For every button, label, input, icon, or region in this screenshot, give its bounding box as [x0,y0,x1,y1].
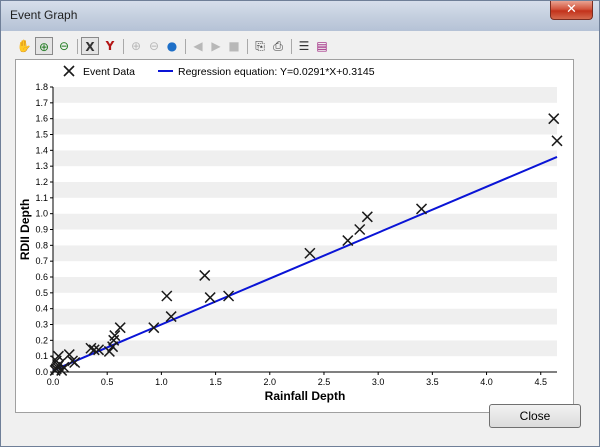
toolbar-separator [247,39,248,54]
y-tick-label: 1.6 [35,114,48,124]
toolbar-separator [123,39,124,54]
chart-toolbar: ✋ ⊕ ⊖ X Y ⊕ ⊖ ● ◀ ▶ ■ ⎘ ⎙ ☰ ▤ [15,37,335,57]
arrow-left-icon[interactable]: ◀ [189,37,207,55]
y-zoom-icon[interactable]: Y [101,37,119,55]
window-close-button[interactable]: ✕ [550,1,593,20]
toolbar-separator [185,39,186,54]
hand-pan-icon[interactable]: ✋ [15,37,33,55]
legend-marker-event-data [63,65,75,77]
arrow-right-icon[interactable]: ▶ [207,37,225,55]
chart-area[interactable]: 0.0 0.1 0.2 0.3 0.4 0.5 0.6 0.7 0.8 0.9 1.0 1.1 1.2 1… [15,59,574,413]
grid-band [53,292,557,309]
y-axis-label: RDII Depth [18,199,32,260]
zoom-previous-icon[interactable]: ⊕ [127,37,145,55]
x-tick-label: 4.5 [534,377,547,387]
y-tick-label: 0.8 [35,240,48,250]
properties-icon[interactable]: ☰ [295,37,313,55]
title-bar[interactable]: Event Graph ✕ [1,1,599,31]
y-tick-label: 0.3 [35,320,48,330]
y-tick-label: 0.0 [35,367,48,377]
print-icon[interactable]: ⎙ [269,37,287,55]
copy-icon[interactable]: ⎘ [251,37,269,55]
zoom-out-icon[interactable]: ⊖ [55,37,73,55]
y-tick-label: 0.4 [35,304,48,314]
y-tick-label: 1.7 [35,98,48,108]
grid-band [53,340,557,357]
x-tick-label: 4.0 [480,377,493,387]
close-button[interactable]: Close [489,404,581,428]
grid-band [53,150,557,167]
grid-band [53,197,557,214]
event-graph-window: Event Graph ✕ ✋ ⊕ ⊖ X Y ⊕ ⊖ ● ◀ ▶ ■ ⎘ ⎙ … [0,0,600,447]
x-tick-label: 3.0 [372,377,385,387]
grid-band [53,118,557,135]
legend-label-event-data: Event Data [83,66,135,78]
x-tick-label: 0.5 [101,377,114,387]
grid-band [53,229,557,246]
grid-band [53,356,557,372]
grid-band [53,87,557,103]
y-tick-label: 0.5 [35,288,48,298]
x-tick-label: 1.5 [209,377,222,387]
toolbar-separator [291,39,292,54]
books-icon[interactable]: ▤ [313,37,331,55]
y-tick-label: 1.1 [35,193,48,203]
window-title: Event Graph [10,8,78,22]
grid-band [53,166,557,182]
y-tick-label: 1.0 [35,209,48,219]
y-tick-label: 0.1 [35,351,48,361]
x-zoom-icon[interactable]: X [81,37,99,55]
y-tick-label: 0.7 [35,256,48,266]
y-tick-label: 1.3 [35,161,48,171]
y-tick-label: 1.8 [35,82,48,92]
grid-band [53,277,557,293]
globe-icon[interactable]: ● [163,37,181,55]
grid-band [53,213,557,230]
y-tick-label: 1.5 [35,130,48,140]
grid-band [53,245,557,262]
y-tick-label: 1.4 [35,145,48,155]
x-tick-label: 2.5 [318,377,331,387]
y-tick-label: 1.2 [35,177,48,187]
x-tick-label: 3.5 [426,377,439,387]
toolbar-separator [77,39,78,54]
y-tick-label: 0.2 [35,335,48,345]
legend-label-regression: Regression equation: Y=0.0291*X+0.3145 [178,66,375,78]
zoom-in-icon[interactable]: ⊕ [35,37,53,55]
x-axis-label: Rainfall Depth [265,389,346,403]
y-tick-label: 0.9 [35,225,48,235]
grid-band [53,134,557,151]
scatter-chart: 0.0 0.1 0.2 0.3 0.4 0.5 0.6 0.7 0.8 0.9 1.0 1.1 1.2 1… [18,65,563,403]
x-tick-label: 0.0 [47,377,60,387]
zoom-next-icon[interactable]: ⊖ [145,37,163,55]
stop-icon[interactable]: ■ [225,37,243,55]
x-tick-label: 2.0 [264,377,277,387]
grid-band [53,308,557,325]
close-icon: ✕ [566,2,577,17]
x-tick-label: 1.0 [155,377,168,387]
grid-band [53,102,557,119]
y-tick-label: 0.6 [35,272,48,282]
